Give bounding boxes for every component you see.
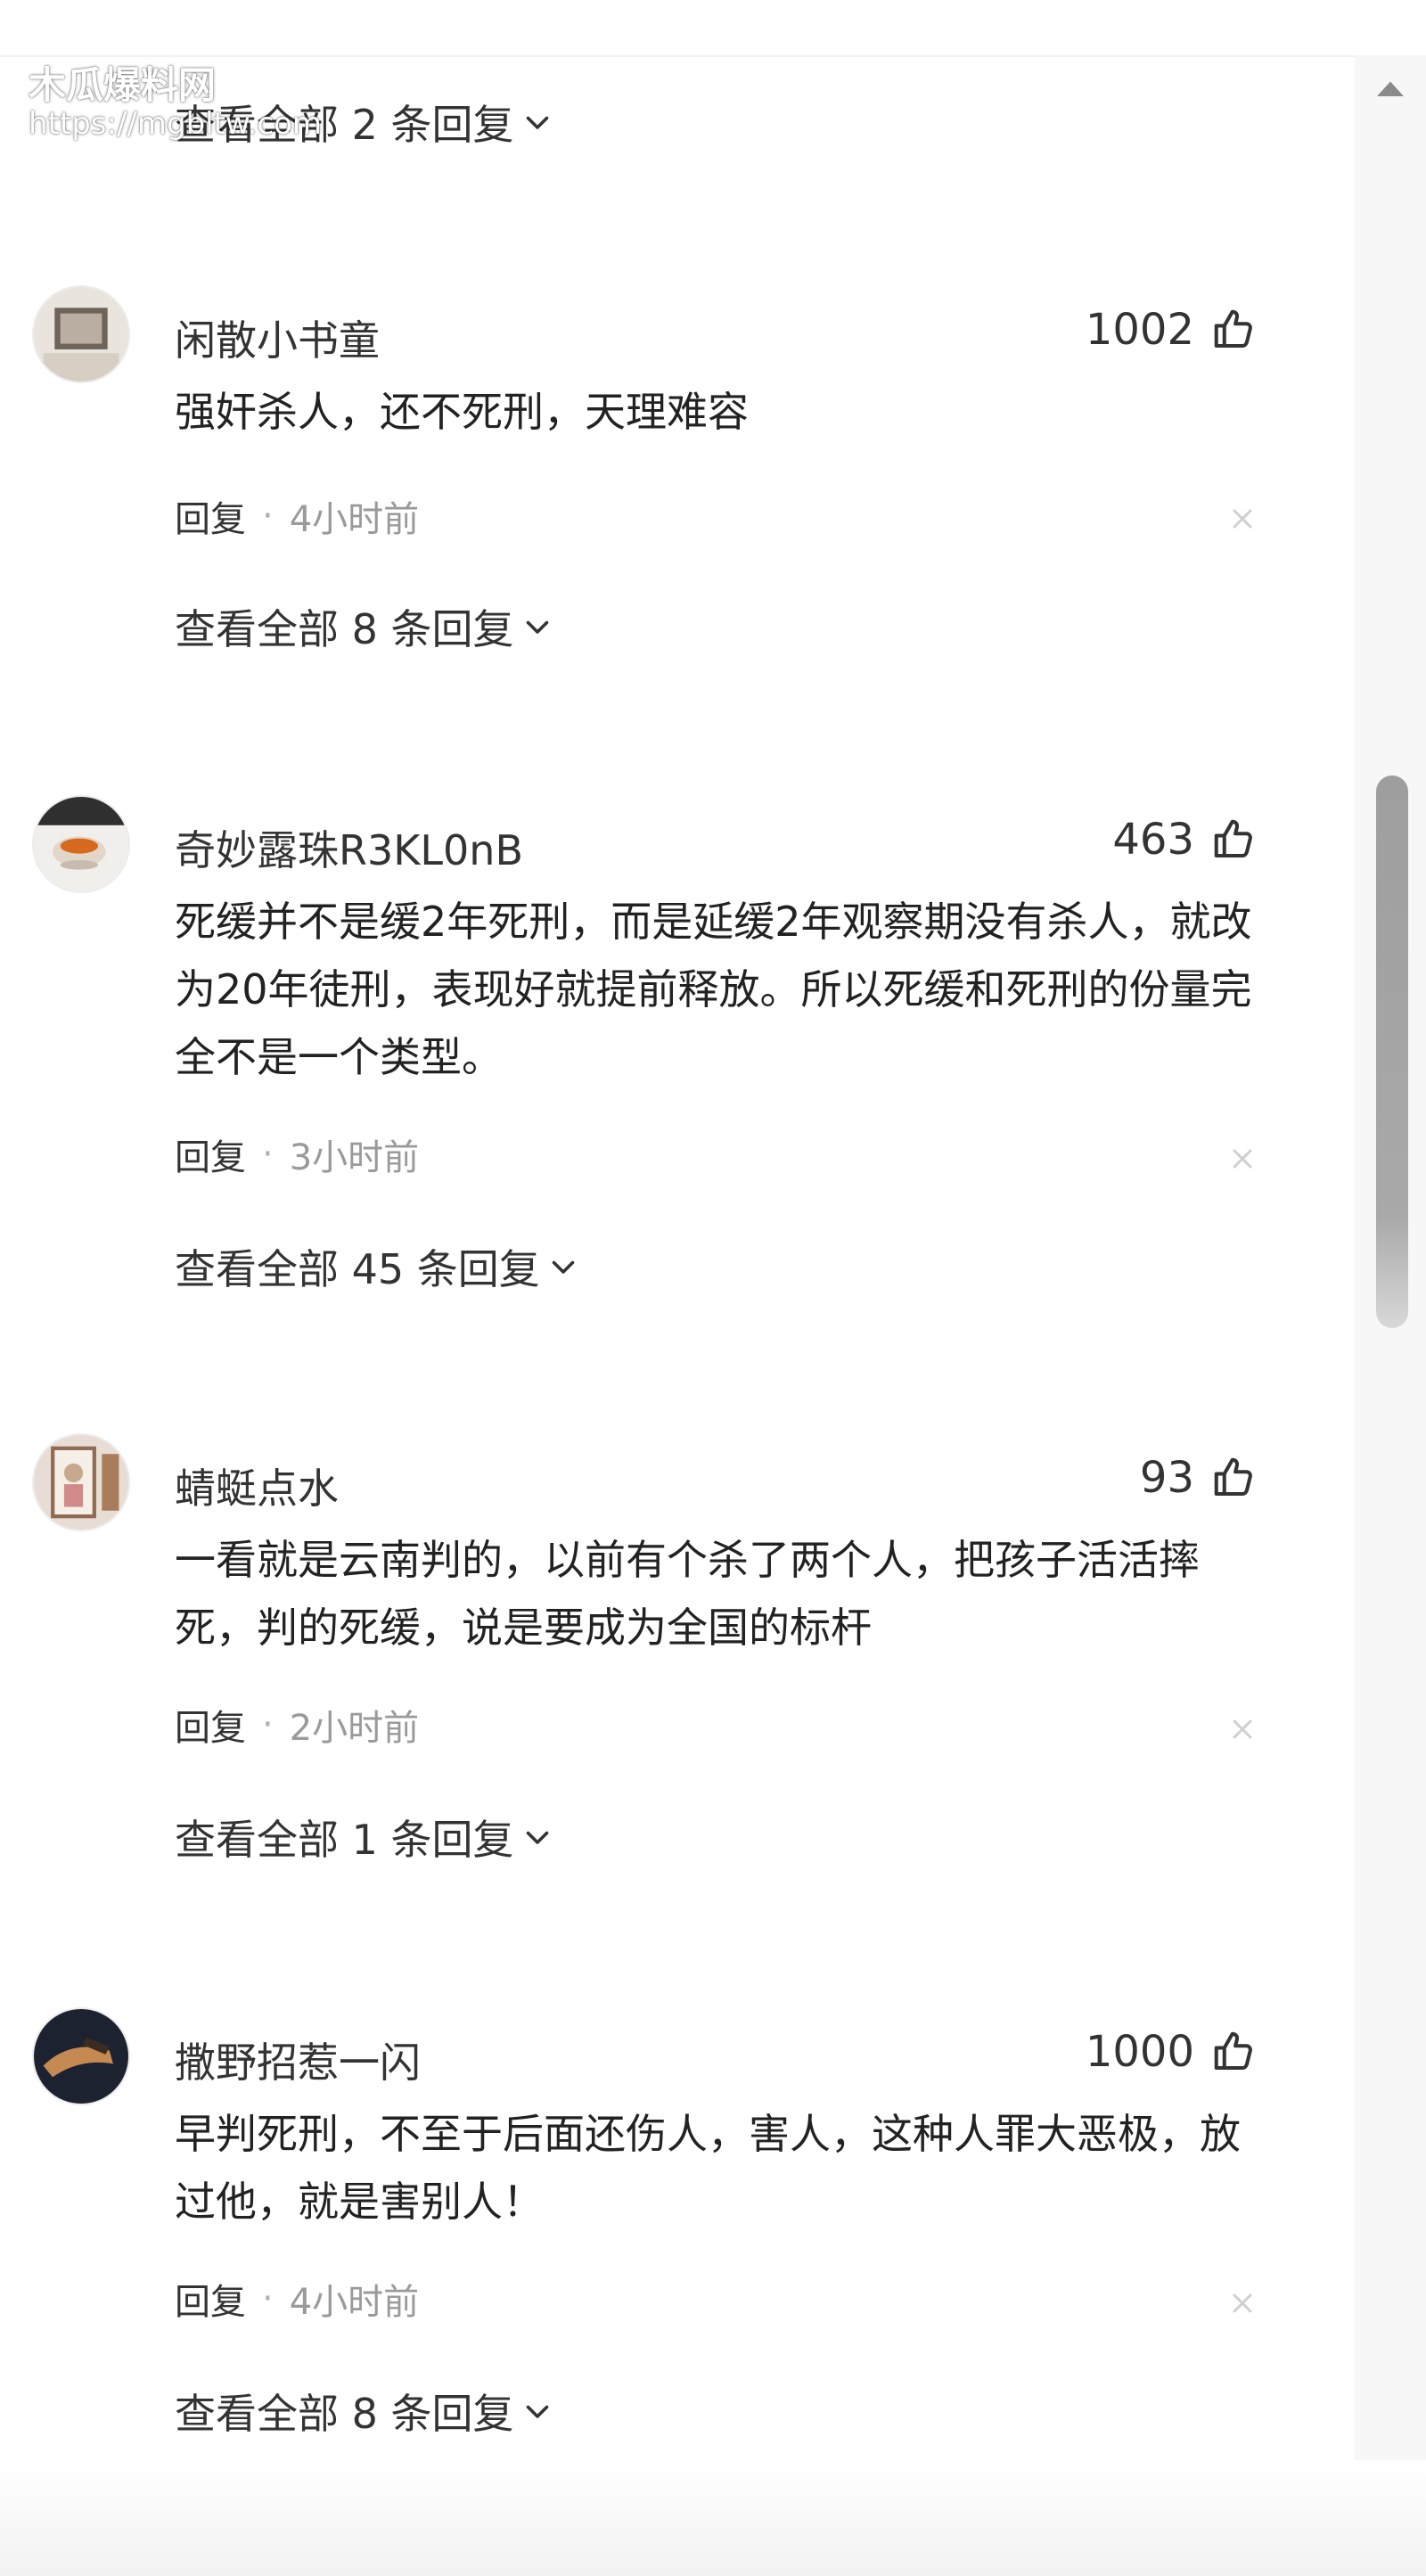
- comment-text: 早判死刑，不至于后面还伤人，害人，这种人罪大恶极，放过他，就是害别人！: [175, 2110, 1241, 2226]
- view-replies-label: 查看全部 8 条回复: [175, 2390, 514, 2438]
- reply-button[interactable]: 回复: [175, 2273, 246, 2325]
- meta-separator: ·: [262, 1704, 274, 1745]
- view-replies-link[interactable]: 查看全部 1 条回复: [175, 1808, 553, 1866]
- meta-separator: ·: [262, 2278, 274, 2319]
- like-count: 93: [1139, 1453, 1194, 1503]
- thumbs-up-icon: [1214, 819, 1252, 858]
- username[interactable]: 蜻蜓点水: [175, 1456, 339, 1515]
- like-count: 1000: [1085, 2027, 1194, 2077]
- scrollbar-thumb[interactable]: [1376, 775, 1408, 1328]
- tea-cup-avatar-icon: [34, 797, 128, 891]
- view-replies-label: 查看全部 1 条回复: [175, 1816, 514, 1864]
- like-button[interactable]: 1000: [1086, 2027, 1258, 2077]
- photo-frame-avatar-icon: [34, 287, 128, 381]
- watermark-url: https://mgbltw.com: [29, 106, 323, 143]
- caret-up-icon[interactable]: [1374, 77, 1406, 100]
- view-replies-label: 查看全部 8 条回复: [175, 605, 514, 653]
- close-icon: [1233, 1149, 1252, 1169]
- comment-meta: 回复 · 4小时前: [175, 490, 419, 542]
- reply-button[interactable]: 回复: [175, 1128, 246, 1180]
- comment-item: 奇妙露珠R3KL0nB 463 死缓并不是缓2年死刑，而是延缓2年观察期没有杀人…: [0, 795, 1301, 1294]
- username[interactable]: 撒野招惹一闪: [175, 2030, 421, 2089]
- comment-text: 强奸杀人，还不死刑，天理难容: [175, 388, 749, 436]
- close-icon: [1233, 2293, 1252, 2313]
- chevron-down-icon: [552, 1260, 575, 1274]
- timestamp: 4小时前: [289, 2282, 420, 2323]
- chevron-down-icon: [526, 116, 548, 129]
- meta-separator: ·: [262, 496, 274, 537]
- dismiss-button[interactable]: [1226, 1713, 1258, 1745]
- chevron-down-icon: [526, 620, 548, 634]
- avatar[interactable]: [32, 1433, 130, 1531]
- comment-text: 一看就是云南判的，以前有个杀了两个人，把孩子活活摔死，判的死缓，说是要成为全国的…: [175, 1536, 1200, 1652]
- comment-item: 蜻蜓点水 93 一看就是云南判的，以前有个杀了两个人，把孩子活活摔死，判的死缓，…: [0, 1433, 1301, 1870]
- like-button[interactable]: 1002: [1086, 305, 1258, 355]
- like-button[interactable]: 93: [1140, 1453, 1258, 1503]
- view-replies-link[interactable]: 查看全部 8 条回复: [175, 2382, 553, 2441]
- close-icon: [1233, 509, 1252, 529]
- watermark: 木瓜爆料网 https://mgbltw.com: [29, 63, 323, 143]
- thumbs-up-icon: [1214, 1457, 1252, 1497]
- username[interactable]: 奇妙露珠R3KL0nB: [175, 818, 523, 877]
- top-bar: [0, 0, 1426, 57]
- thumbs-up-icon: [1214, 309, 1252, 349]
- like-count: 1002: [1085, 305, 1194, 355]
- view-replies-link[interactable]: 查看全部 45 条回复: [175, 1237, 579, 1296]
- dark-hand-avatar-icon: [34, 2009, 128, 2104]
- thumbs-up-icon: [1214, 2031, 1252, 2071]
- comment-meta: 回复 · 4小时前: [175, 2273, 419, 2325]
- timestamp: 2小时前: [289, 1708, 420, 1749]
- timestamp: 3小时前: [289, 1137, 420, 1178]
- dismiss-button[interactable]: [1226, 2287, 1258, 2319]
- like-button[interactable]: 463: [1112, 815, 1258, 865]
- portrait-avatar-icon: [34, 1435, 128, 1530]
- meta-separator: ·: [262, 1134, 274, 1175]
- view-replies-label: 查看全部 45 条回复: [175, 1245, 540, 1293]
- avatar[interactable]: [32, 285, 130, 383]
- comment-item: 撒野招惹一闪 1000 早判死刑，不至于后面还伤人，害人，这种人罪大恶极，放过他…: [0, 2007, 1301, 2444]
- chevron-down-icon: [526, 2405, 548, 2418]
- like-count: 463: [1112, 815, 1194, 865]
- reply-button[interactable]: 回复: [175, 1699, 246, 1751]
- timestamp: 4小时前: [289, 499, 420, 540]
- view-replies-link[interactable]: 查看全部 8 条回复: [175, 597, 553, 656]
- avatar[interactable]: [32, 795, 130, 893]
- username[interactable]: 闲散小书童: [175, 308, 380, 367]
- avatar[interactable]: [32, 2007, 130, 2105]
- dismiss-button[interactable]: [1226, 1143, 1258, 1175]
- comment-text: 死缓并不是缓2年死刑，而是延缓2年观察期没有杀人，就改为20年徒刑，表现好就提前…: [175, 898, 1252, 1081]
- close-icon: [1233, 1719, 1252, 1739]
- comment-meta: 回复 · 3小时前: [175, 1128, 419, 1180]
- chevron-down-icon: [526, 1831, 548, 1844]
- dismiss-button[interactable]: [1226, 503, 1258, 535]
- watermark-title: 木瓜爆料网: [29, 63, 217, 107]
- reply-button[interactable]: 回复: [175, 490, 246, 542]
- comment-meta: 回复 · 2小时前: [175, 1699, 419, 1751]
- comment-item: 闲散小书童 1002 强奸杀人，还不死刑，天理难容 回复 · 4小时前 查看全部…: [0, 285, 1301, 660]
- bottom-edge: [0, 2460, 1426, 2576]
